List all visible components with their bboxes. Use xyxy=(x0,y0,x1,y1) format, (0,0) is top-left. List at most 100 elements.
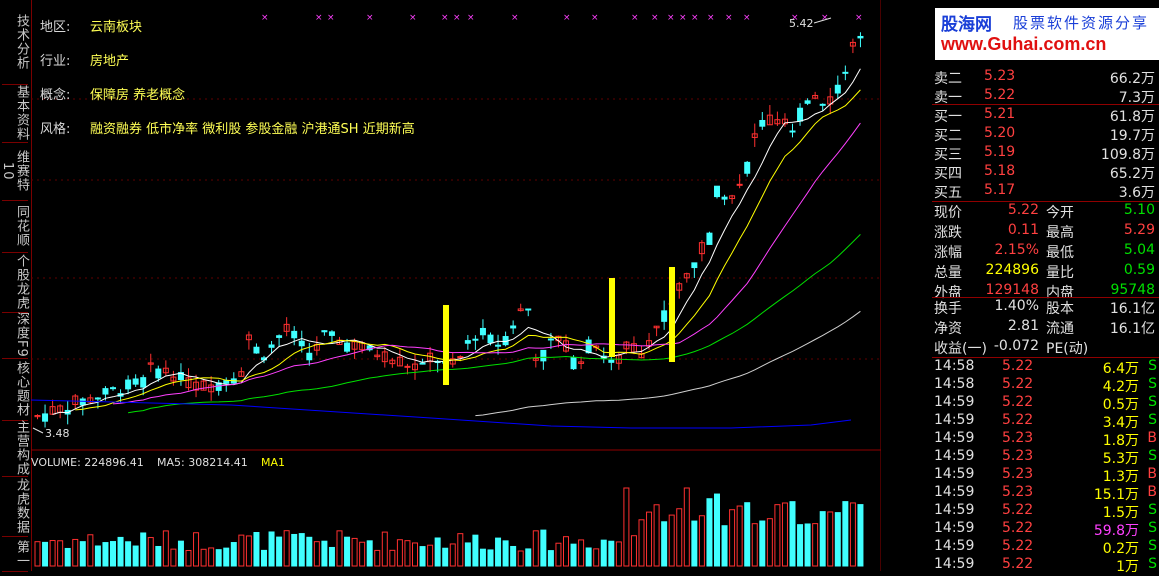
tick-row: 14:58 5.22 6.4万 S xyxy=(932,358,1159,377)
bid-label: 买三 xyxy=(934,147,962,163)
bid-row: 买二 5.20 19.7万 xyxy=(932,125,1159,144)
volume-bar xyxy=(185,549,192,567)
fund-label: 净资 xyxy=(934,321,962,337)
side-tab-7[interactable]: 主营构成 xyxy=(2,420,29,477)
candle-body xyxy=(736,183,743,186)
volume-bar xyxy=(110,541,116,567)
side-tab-9[interactable]: 第一 xyxy=(2,536,29,572)
tick-row: 14:59 5.22 0.2万 S xyxy=(932,538,1159,557)
quote-label-2: 今开 xyxy=(1046,205,1074,221)
tick-row: 14:58 5.22 4.2万 S xyxy=(932,376,1159,395)
tick-volume: 15.1万 xyxy=(1093,487,1139,503)
volume-bar xyxy=(487,549,494,567)
volume-bar xyxy=(162,530,169,567)
tick-time: 14:59 xyxy=(934,520,975,536)
quote-value: 2.15% xyxy=(994,242,1039,258)
bid-label: 买四 xyxy=(934,166,962,182)
concept-label: 概念: xyxy=(40,88,71,103)
candle-body xyxy=(540,349,547,362)
volume-bar xyxy=(706,498,713,567)
volume-bar xyxy=(64,547,71,567)
quote-row: 涨跌 0.11 最高 5.29 xyxy=(932,222,1159,241)
top-x-mark: × xyxy=(821,13,829,23)
volume-bar xyxy=(396,539,403,567)
side-tab-1[interactable]: 基本资料 xyxy=(2,84,29,143)
side-tab-5[interactable]: 深度F9 xyxy=(2,312,29,359)
tick-time: 14:59 xyxy=(934,412,975,428)
fund-label-2: 股本 xyxy=(1046,301,1074,317)
side-tab-4[interactable]: 个股龙虎 xyxy=(2,252,29,313)
tick-row: 14:59 5.22 1.5万 S xyxy=(932,502,1159,521)
candle-body xyxy=(661,310,668,322)
quote-row: 涨幅 2.15% 最低 5.04 xyxy=(932,242,1159,261)
volume-bar xyxy=(623,487,630,567)
quote-value-2: 5.10 xyxy=(1123,202,1155,218)
top-x-mark: × xyxy=(631,13,639,23)
top-x-mark: × xyxy=(743,13,751,23)
side-tab-6[interactable]: 核心题材 xyxy=(2,358,29,421)
watermark-url: www.Guhai.com.cn xyxy=(941,34,1107,54)
volume-bar xyxy=(434,537,441,567)
volume-bar xyxy=(200,548,207,567)
side-tab-3[interactable]: 同花顺 xyxy=(2,200,29,253)
bid-price: 5.20 xyxy=(984,125,1016,141)
volume-bar xyxy=(132,545,139,567)
candle-body xyxy=(344,342,351,352)
volume-bar xyxy=(646,511,653,567)
volume-bar xyxy=(359,541,366,567)
volume-bar xyxy=(729,509,736,567)
volume-bar xyxy=(691,520,698,567)
volume-bar xyxy=(842,501,849,567)
side-tab-2[interactable]: 维赛特10 xyxy=(0,142,29,201)
candle-body xyxy=(328,331,335,336)
volume-bar xyxy=(117,536,124,567)
candle-body xyxy=(819,103,826,106)
quote-label: 总量 xyxy=(934,265,962,281)
top-x-mark: × xyxy=(855,13,863,23)
volume-bar xyxy=(351,537,358,567)
volume-bar xyxy=(72,538,79,567)
volume-bar xyxy=(79,541,86,567)
volume-bar xyxy=(781,502,788,567)
tick-side: S xyxy=(1148,358,1157,374)
fund-value: -0.072 xyxy=(993,338,1039,354)
volume-bar xyxy=(563,536,569,567)
volume-bar xyxy=(857,504,864,567)
top-x-mark: × xyxy=(366,13,374,23)
bid-price: 5.17 xyxy=(984,182,1016,198)
volume-bar xyxy=(585,547,592,567)
volume-bar xyxy=(449,543,456,567)
volume-bar xyxy=(87,534,94,567)
bid-volume: 19.7万 xyxy=(1109,128,1155,144)
tick-volume: 5.3万 xyxy=(1102,451,1139,467)
volume-bar xyxy=(774,504,781,567)
volume-bar xyxy=(313,541,320,567)
fund-label-2: 流通 xyxy=(1046,321,1074,337)
top-x-mark: × xyxy=(707,13,715,23)
tick-time: 14:59 xyxy=(934,556,975,572)
top-x-mark: × xyxy=(467,13,475,23)
quote-label: 涨幅 xyxy=(934,245,962,261)
tick-side: B xyxy=(1147,430,1157,446)
volume-bar xyxy=(464,542,471,567)
tick-row: 14:59 5.22 3.4万 S xyxy=(932,412,1159,431)
volume-bar xyxy=(714,493,720,567)
tick-row: 14:59 5.23 1.8万 B xyxy=(932,430,1159,449)
candle-body xyxy=(268,344,275,348)
volume-bar xyxy=(253,531,260,567)
high-annotation: 5.42 xyxy=(789,17,814,30)
tick-side: B xyxy=(1147,466,1157,482)
candle-body xyxy=(464,340,471,344)
quote-label: 现价 xyxy=(934,205,962,221)
volume-bar xyxy=(744,502,751,567)
volume-bar xyxy=(261,549,267,567)
volume-bar xyxy=(570,543,577,567)
bid-price: 5.19 xyxy=(984,144,1016,160)
bid-price: 5.18 xyxy=(984,163,1016,179)
tick-time: 14:59 xyxy=(934,538,975,554)
volume-bar xyxy=(321,540,328,567)
side-tab-0[interactable]: 技术分析 xyxy=(2,0,29,85)
tick-volume: 4.2万 xyxy=(1102,379,1139,395)
region-label: 地区: xyxy=(40,20,71,35)
side-tab-8[interactable]: 龙虎数据 xyxy=(2,476,29,537)
